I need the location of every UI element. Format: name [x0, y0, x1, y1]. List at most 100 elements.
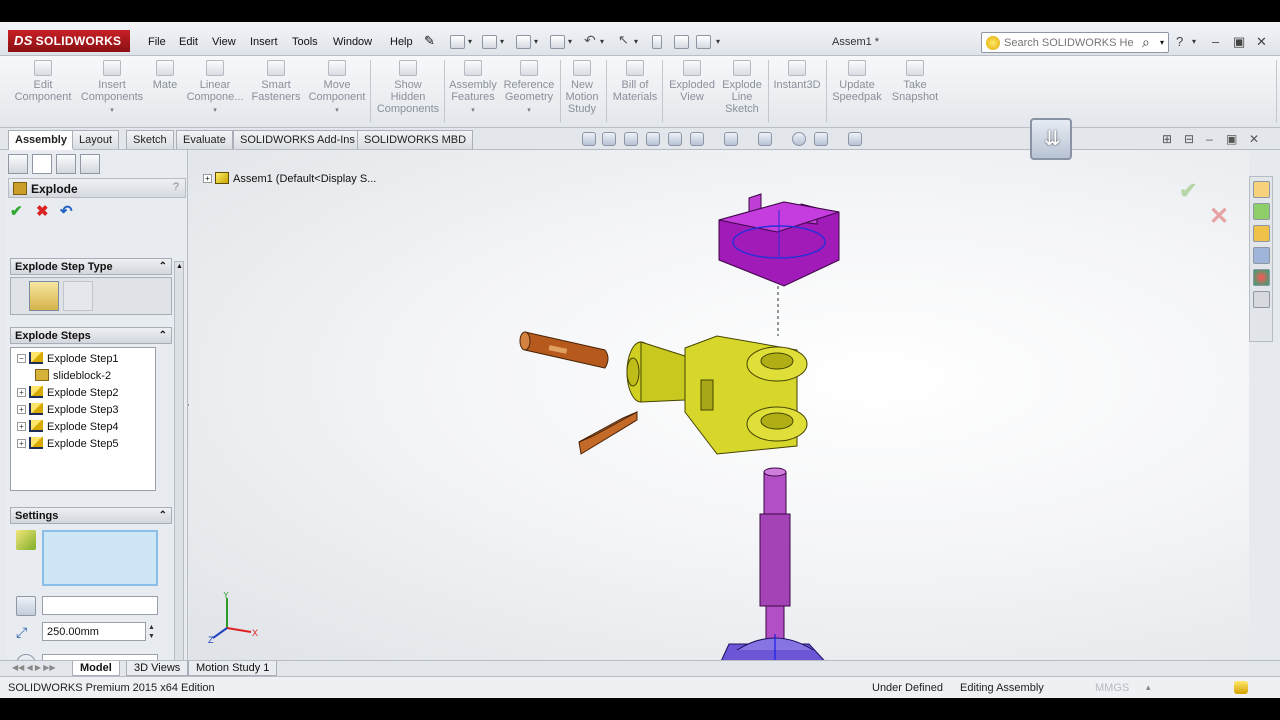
explode-steps-header[interactable]: Explode Steps ⌃ — [10, 327, 172, 344]
previous-view-icon[interactable] — [624, 132, 638, 146]
minimize-icon[interactable]: – — [1212, 34, 1219, 49]
menu-edit[interactable]: Edit — [179, 36, 198, 48]
feature-manager-tab-icon[interactable] — [8, 154, 28, 174]
display-manager-tab-icon[interactable] — [80, 154, 100, 174]
rebuild-icon[interactable] — [652, 35, 662, 49]
explode-step-1[interactable]: − Explode Step1 — [17, 352, 119, 365]
unit-system[interactable]: MMGS — [1095, 682, 1129, 694]
show-hidden-components-button[interactable]: Show Hidden Components — [374, 60, 442, 115]
tree-component-slideblock[interactable]: slideblock-2 — [35, 369, 111, 382]
rebuild-status-icon[interactable] — [1234, 681, 1248, 694]
appearances-icon[interactable] — [1253, 269, 1270, 286]
explode-direction-field[interactable] — [42, 596, 158, 615]
explode-step-2[interactable]: + Explode Step2 — [17, 386, 119, 399]
explode-step-type-header[interactable]: Explode Step Type ⌃ — [10, 258, 172, 275]
insert-components-button[interactable]: Insert Components ▾ — [78, 60, 146, 117]
tab-assembly[interactable]: Assembly — [8, 130, 74, 150]
tab-3d-views[interactable]: 3D Views — [126, 661, 189, 676]
ok-button[interactable]: ✔ — [10, 202, 23, 220]
home-icon[interactable] — [1253, 181, 1270, 198]
collapse-icon[interactable]: ⌃ — [159, 508, 167, 524]
view-orientation-icon[interactable] — [690, 132, 704, 146]
open-icon[interactable] — [482, 35, 497, 49]
menu-window[interactable]: Window — [333, 36, 372, 48]
viewport-tile-icon[interactable]: ⊞ — [1162, 132, 1172, 146]
take-snapshot-button[interactable]: Take Snapshot — [888, 60, 942, 103]
viewport-restore-icon[interactable]: ▣ — [1226, 132, 1237, 146]
solidworks-logo[interactable]: DS SOLIDWORKS — [8, 30, 130, 52]
menu-tools[interactable]: Tools — [292, 36, 318, 48]
units-chevron-icon[interactable]: ▴ — [1146, 682, 1151, 693]
options-icon[interactable] — [696, 35, 711, 49]
instant3d-button[interactable]: Instant3D — [770, 60, 824, 91]
explode-direction-icon[interactable] — [16, 596, 36, 616]
save-icon[interactable] — [516, 35, 531, 49]
select-arrow-icon[interactable]: ↖ — [618, 32, 633, 47]
pin-part[interactable] — [519, 331, 609, 369]
selected-components-box[interactable] — [42, 530, 158, 586]
tab-layout[interactable]: Layout — [72, 130, 120, 149]
configuration-manager-tab-icon[interactable] — [56, 154, 76, 174]
restore-icon[interactable]: ▣ — [1233, 34, 1245, 50]
tab-model[interactable]: Model — [72, 661, 120, 676]
exploded-view-button[interactable]: Exploded View — [664, 60, 720, 103]
tab-sketch[interactable]: Sketch — [126, 130, 174, 149]
apply-scene-icon[interactable] — [814, 132, 828, 146]
explode-step-4[interactable]: + Explode Step4 — [17, 420, 119, 433]
view-settings-icon[interactable] — [848, 132, 862, 146]
collapse-icon[interactable]: ⌃ — [159, 259, 167, 275]
view-palette-icon[interactable] — [1253, 247, 1270, 264]
key-part[interactable] — [578, 411, 638, 455]
tab-motion-study-1[interactable]: Motion Study 1 — [188, 661, 278, 676]
cancel-button[interactable]: ✖ — [36, 202, 49, 220]
undo-button[interactable]: ↶ — [60, 202, 73, 220]
move-component-button[interactable]: Move Component ▾ — [306, 60, 368, 117]
chevron-down-icon[interactable]: ▾ — [1160, 38, 1164, 47]
pushpin-icon[interactable]: ✎ — [424, 33, 439, 48]
menu-file[interactable]: File — [148, 36, 166, 48]
edit-component-button[interactable]: Edit Component — [12, 60, 74, 103]
file-properties-icon[interactable] — [674, 35, 689, 49]
dynamic-annotation-icon[interactable] — [668, 132, 682, 146]
mate-button[interactable]: Mate — [148, 60, 182, 91]
assembly-features-button[interactable]: Assembly Features ▾ — [446, 60, 500, 117]
viewport-minimize-icon[interactable]: – — [1206, 132, 1213, 146]
section-view-icon[interactable] — [646, 132, 660, 146]
viewport-split-icon[interactable]: ⊟ — [1184, 132, 1194, 146]
distance-spin-up-icon[interactable]: ▲ — [148, 624, 155, 631]
undo-icon[interactable]: ↶ — [584, 32, 599, 48]
base-part[interactable] — [717, 634, 833, 660]
search-input[interactable] — [1004, 35, 1134, 50]
print-icon[interactable] — [550, 35, 565, 49]
smart-fasteners-button[interactable]: Smart Fasteners — [248, 60, 304, 103]
menu-view[interactable]: View — [212, 36, 236, 48]
edit-appearance-icon[interactable] — [792, 132, 806, 146]
tab-mbd[interactable]: SOLIDWORKS MBD — [357, 130, 474, 149]
settings-header[interactable]: Settings ⌃ — [10, 507, 172, 524]
graphics-area[interactable]: + Assem1 (Default<Display S... Y X Z ✔ ✕… — [189, 118, 1249, 660]
help-icon[interactable]: ? — [173, 181, 179, 193]
tab-addins[interactable]: SOLIDWORKS Add-Ins — [233, 130, 362, 149]
new-document-icon[interactable] — [450, 35, 465, 49]
menu-insert[interactable]: Insert — [250, 36, 278, 48]
menu-help[interactable]: Help — [390, 36, 413, 48]
slideblock-part[interactable] — [718, 193, 840, 287]
explode-distance-input[interactable] — [42, 622, 146, 641]
design-library-icon[interactable] — [1253, 203, 1270, 220]
linear-pattern-button[interactable]: Linear Compone... ▾ — [184, 60, 246, 117]
explode-line-sketch-button[interactable]: Explode Line Sketch — [720, 60, 764, 115]
custom-properties-icon[interactable] — [1253, 291, 1270, 308]
hide-show-items-icon[interactable] — [758, 132, 772, 146]
collapse-icon[interactable]: ⌃ — [159, 328, 167, 344]
file-explorer-icon[interactable] — [1253, 225, 1270, 242]
confirmation-corner-cancel-icon[interactable]: ✕ — [1209, 202, 1229, 231]
panel-scrollbar[interactable]: ▲▼ — [174, 261, 184, 671]
radial-step-icon[interactable] — [63, 281, 93, 311]
close-icon[interactable]: ✕ — [1256, 34, 1267, 50]
confirmation-corner-ok-icon[interactable]: ✔ — [1179, 178, 1197, 204]
update-speedpak-button[interactable]: Update Speedpak — [828, 60, 886, 103]
zoom-to-area-icon[interactable] — [602, 132, 616, 146]
new-motion-study-button[interactable]: New Motion Study — [562, 60, 602, 115]
explode-step-3[interactable]: + Explode Step3 — [17, 403, 119, 416]
exploded-assembly-model[interactable] — [189, 150, 1249, 660]
